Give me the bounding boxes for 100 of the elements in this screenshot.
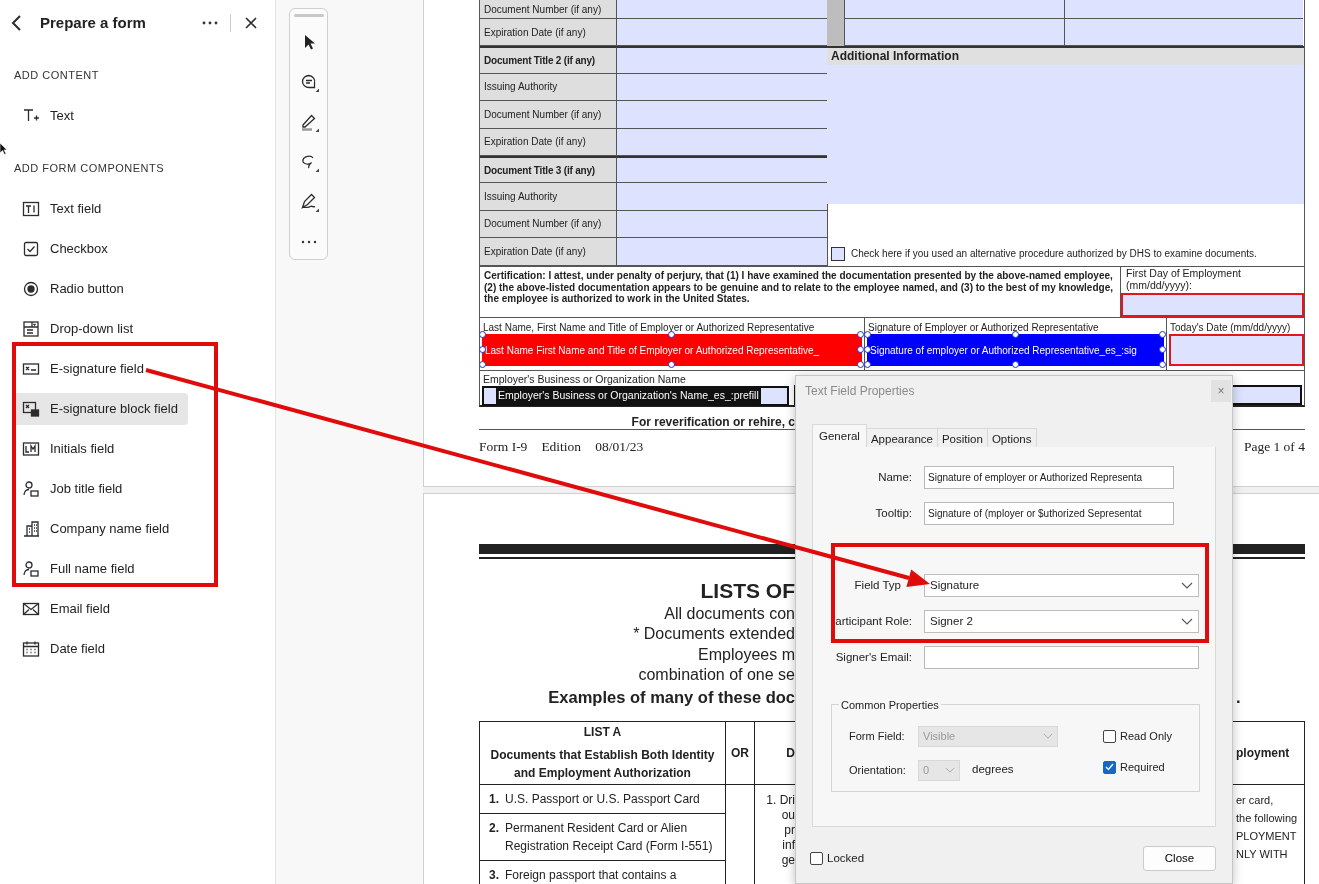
- checkbox[interactable]: [1103, 760, 1116, 774]
- panel-item[interactable]: Company name field: [12, 513, 180, 545]
- dropdown-icon: [22, 320, 40, 338]
- cursor-icon: [0, 142, 8, 155]
- panel-item[interactable]: Full name field: [12, 553, 145, 585]
- form-field[interactable]: [617, 210, 828, 239]
- close-icon[interactable]: [245, 17, 257, 29]
- chevron-down-icon: [945, 767, 955, 773]
- form-field[interactable]: Employer's Business or Organization's Name_es_:prefill: [482, 386, 789, 406]
- tab[interactable]: Position: [937, 428, 988, 447]
- checkbox[interactable]: [831, 247, 845, 261]
- panel-item[interactable]: Text: [12, 100, 84, 132]
- table-shading: [827, 0, 845, 46]
- panel-item[interactable]: E-signature field: [12, 353, 154, 385]
- section-heading: ADD CONTENT: [13, 68, 100, 83]
- form-field[interactable]: [1065, 0, 1303, 19]
- panel-item[interactable]: Job title field: [12, 473, 133, 505]
- field-label: Document Number (if any): [480, 210, 617, 239]
- text-field[interactable]: Signature of employer or Authorized Representa: [924, 466, 1174, 489]
- form-field[interactable]: Last Name First Name and Title of Employer or Authorized Representative_: [482, 334, 862, 366]
- more-icon[interactable]: [202, 21, 218, 25]
- resize-handle[interactable]: [1159, 361, 1166, 368]
- table-cell-text: NLY WITH: [1236, 846, 1289, 862]
- form-field[interactable]: [845, 0, 1064, 19]
- dropdown[interactable]: Signature: [924, 574, 1199, 597]
- field-label: Issuing Authority: [480, 183, 617, 211]
- panel-item[interactable]: Email field: [12, 593, 120, 625]
- table-cell-text: ou: [780, 807, 795, 823]
- field-label: Issuing Authority: [480, 73, 617, 102]
- field-label: Last Name, First Name and Title of Employer or Authorized Representative: [482, 321, 816, 333]
- resize-handle[interactable]: [479, 331, 486, 338]
- checkbox-label: Required: [1120, 759, 1165, 775]
- close-button[interactable]: ×: [1211, 380, 1231, 402]
- field-label: Tooltip:: [875, 506, 912, 519]
- section-note: For reverification or rehire, c: [630, 414, 795, 431]
- field-label: Expiration Date (if any): [480, 128, 617, 156]
- resize-handle[interactable]: [668, 361, 675, 368]
- panel-item[interactable]: Text field: [12, 193, 112, 225]
- resize-handle[interactable]: [479, 346, 486, 353]
- intro-line: Examples of many of these doc: [547, 686, 795, 708]
- column-header: ployment: [1236, 744, 1290, 762]
- radio-button-icon: [22, 280, 40, 298]
- form-field[interactable]: [1169, 334, 1304, 366]
- dialog-title: Text Field Properties: [805, 383, 915, 400]
- date-field[interactable]: [1121, 293, 1304, 317]
- resize-handle[interactable]: [1159, 346, 1166, 353]
- list-number: 3.: [489, 866, 499, 884]
- resize-handle[interactable]: [479, 361, 486, 368]
- checkbox-icon: [22, 240, 40, 258]
- form-field[interactable]: [617, 183, 828, 211]
- resize-handle[interactable]: [1159, 331, 1166, 338]
- form-field[interactable]: [617, 155, 828, 184]
- table-cell-text: Permanent Resident Card or Alien Registration Receipt Card (Form I-551): [505, 819, 714, 855]
- sign-icon[interactable]: [298, 192, 319, 212]
- form-field[interactable]: [845, 19, 1064, 46]
- intro-line: combination of one se: [637, 665, 795, 685]
- resize-handle[interactable]: [1011, 331, 1019, 338]
- form-field[interactable]: [617, 128, 828, 156]
- table-cell-text: PLOYMENT: [1236, 828, 1298, 844]
- drag-handle[interactable]: [293, 14, 324, 17]
- form-field[interactable]: [617, 101, 828, 129]
- tab[interactable]: Options: [987, 428, 1037, 447]
- person-icon: [22, 480, 40, 498]
- panel-item[interactable]: Initials field: [12, 433, 125, 465]
- form-field[interactable]: [1065, 19, 1303, 46]
- back-icon[interactable]: [10, 14, 24, 32]
- table-cell-text: ge: [780, 852, 795, 868]
- field-label: Today's Date (mm/dd/yyyy): [1169, 321, 1292, 333]
- form-field[interactable]: [617, 238, 828, 266]
- column-header: OR: [731, 744, 749, 762]
- panel-item[interactable]: Date field: [12, 633, 115, 665]
- form-field[interactable]: Signature of employer or Authorized Representative_es_:sig: [867, 334, 1164, 366]
- check-icon: [1105, 763, 1114, 771]
- panel-item[interactable]: Radio button: [12, 273, 134, 305]
- form-field[interactable]: [617, 0, 828, 19]
- dropdown[interactable]: Signer 2: [924, 610, 1199, 633]
- field-label: Field Typ: [854, 578, 901, 591]
- intro-line: Employees m: [697, 644, 795, 665]
- tab[interactable]: Appearance: [866, 428, 938, 447]
- form-field[interactable]: [617, 19, 828, 47]
- text-field[interactable]: Signature of (mployer or $uthorized Sepresentat: [924, 502, 1174, 525]
- panel-item[interactable]: Drop-down list: [12, 313, 144, 345]
- form-field[interactable]: [617, 73, 828, 102]
- text-field[interactable]: [924, 646, 1199, 669]
- form-field[interactable]: [617, 46, 828, 74]
- checkbox-label: Check here if you used an alternative procedure authorized by DHS to examine documents.: [851, 247, 1257, 261]
- resize-handle[interactable]: [668, 331, 675, 338]
- field-label: Document Title 2 (if any): [480, 46, 617, 74]
- list-number: 2.: [489, 819, 499, 837]
- tab[interactable]: General: [812, 424, 867, 447]
- resize-handle[interactable]: [1011, 361, 1019, 368]
- list-number: 1.: [489, 790, 499, 808]
- checkbox[interactable]: [810, 852, 823, 865]
- checkbox[interactable]: [1103, 729, 1116, 743]
- close-button[interactable]: Close: [1143, 846, 1216, 871]
- field-label: Document Number (if any): [480, 101, 617, 129]
- panel-item[interactable]: Checkbox: [12, 233, 118, 265]
- field-label: Expiration Date (if any): [480, 238, 617, 266]
- page-number: Page 1 of 4: [1243, 438, 1305, 456]
- field-label: Document Number (if any): [480, 0, 617, 19]
